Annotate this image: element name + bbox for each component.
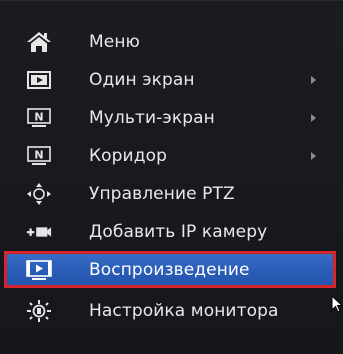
multi-screen-icon: N bbox=[26, 106, 52, 130]
menu-item-label: Коридор bbox=[89, 145, 167, 166]
menu-item-single-screen[interactable]: Один экран bbox=[0, 61, 340, 98]
add-ip-camera-icon bbox=[26, 220, 52, 244]
menu-item-multi-screen[interactable]: N Мульти-экран bbox=[0, 99, 340, 136]
home-icon bbox=[26, 30, 52, 54]
ptz-control-icon bbox=[26, 182, 52, 206]
menu-item-menu[interactable]: Меню bbox=[0, 23, 340, 60]
context-menu: Меню Один экран N Мульти-экран N Коридор… bbox=[0, 0, 343, 354]
menu-item-label: Меню bbox=[89, 31, 140, 52]
menu-item-monitor-settings[interactable]: Настройка монитора bbox=[0, 292, 340, 329]
playback-icon bbox=[26, 258, 52, 282]
mouse-cursor-icon bbox=[331, 295, 343, 313]
menu-item-label: Один экран bbox=[89, 69, 195, 90]
svg-text:N: N bbox=[34, 110, 43, 123]
menu-item-label: Воспроизведение bbox=[89, 259, 250, 280]
menu-item-add-ip-camera[interactable]: Добавить IP камеру bbox=[0, 213, 340, 250]
single-screen-icon bbox=[26, 68, 52, 92]
menu-item-corridor[interactable]: N Коридор bbox=[0, 137, 340, 174]
monitor-settings-icon bbox=[26, 299, 52, 323]
submenu-arrow-icon bbox=[311, 113, 316, 122]
menu-item-label: Управление PTZ bbox=[89, 183, 235, 204]
svg-text:N: N bbox=[34, 148, 43, 161]
menu-item-playback[interactable]: Воспроизведение bbox=[4, 251, 336, 288]
corridor-icon: N bbox=[26, 144, 52, 168]
menu-item-label: Настройка монитора bbox=[89, 300, 279, 321]
submenu-arrow-icon bbox=[311, 151, 316, 160]
menu-item-label: Мульти-экран bbox=[89, 107, 215, 128]
menu-item-label: Добавить IP камеру bbox=[89, 221, 268, 242]
menu-item-ptz-control[interactable]: Управление PTZ bbox=[0, 175, 340, 212]
submenu-arrow-icon bbox=[311, 75, 316, 84]
